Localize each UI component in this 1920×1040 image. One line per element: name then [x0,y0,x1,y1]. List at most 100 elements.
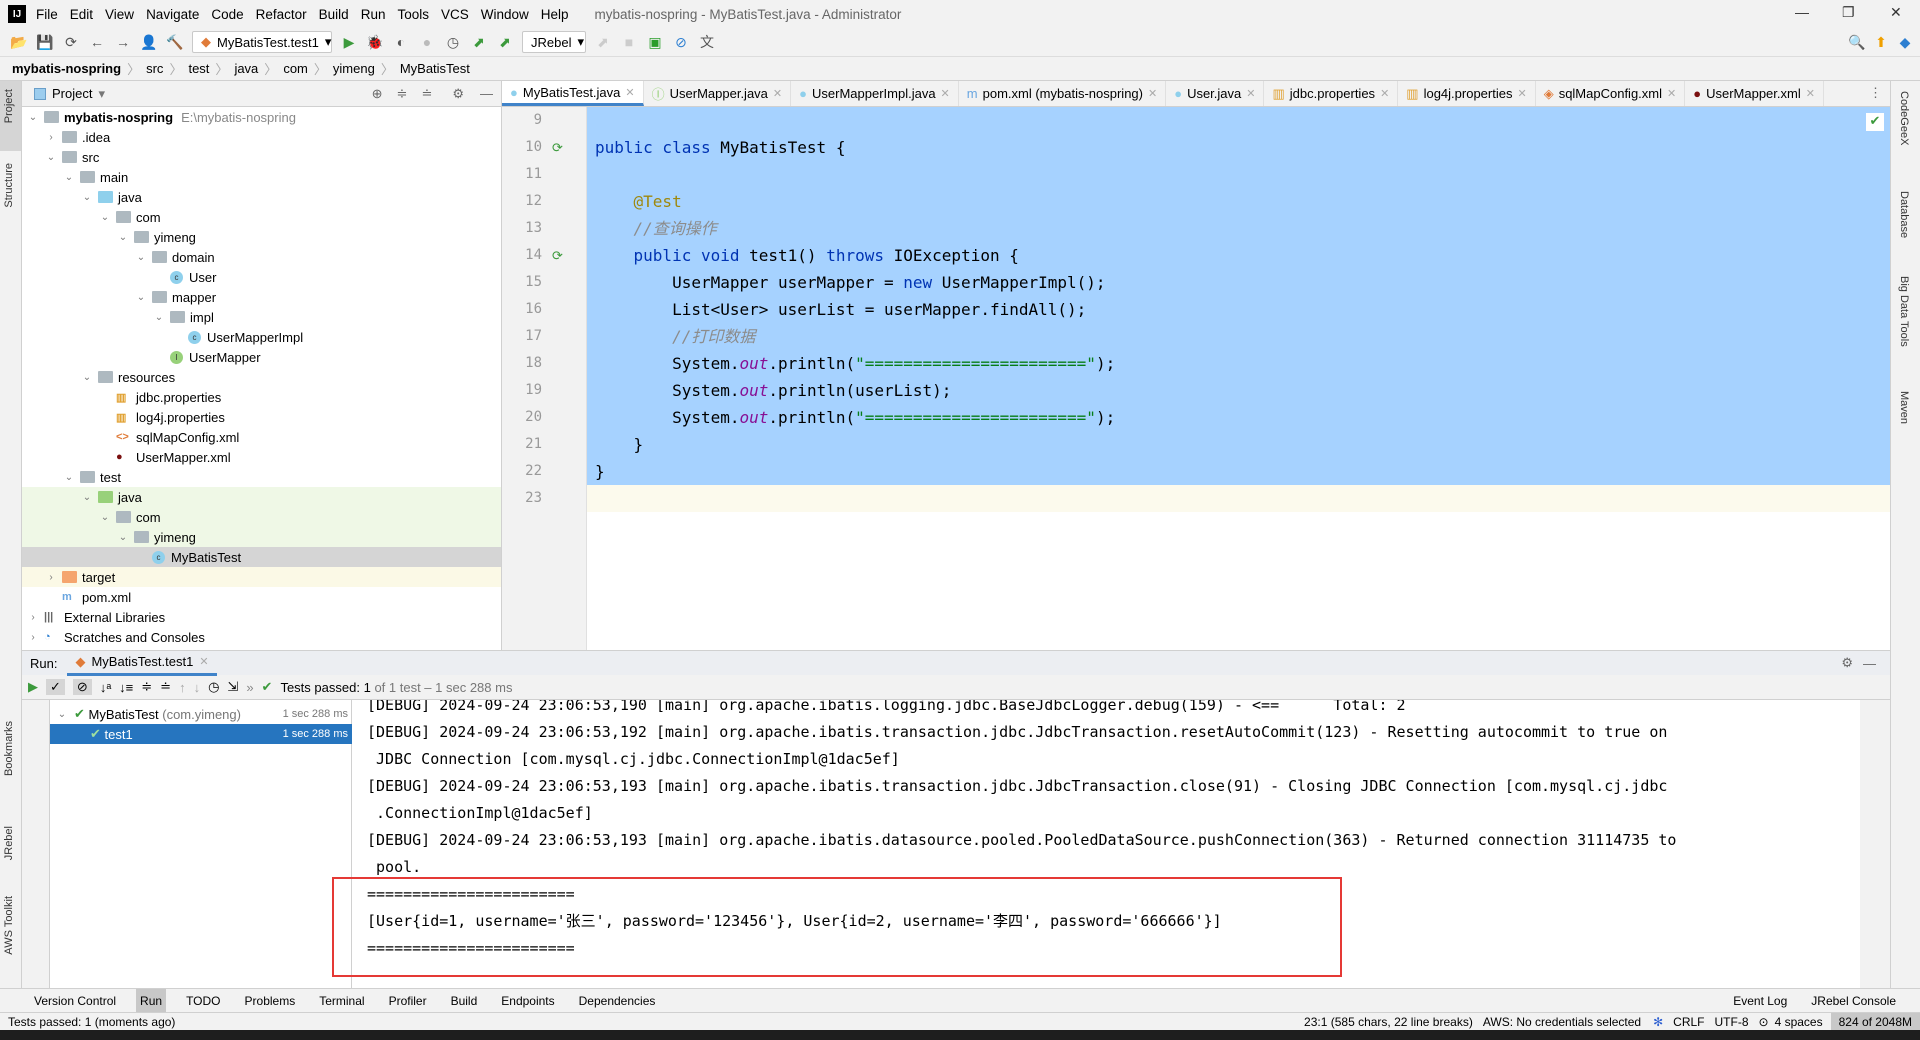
attach-icon[interactable]: ⬈ [594,34,612,51]
debug-icon[interactable]: 🐞 [366,34,384,51]
tab-usermapper-java[interactable]: Ⓘ UserMapper.java ✕ [644,81,792,106]
export-icon[interactable]: ⇲ [227,679,238,695]
code-line[interactable]: List<User> userList = userMapper.findAll… [587,296,1890,323]
tree-item[interactable]: › target [22,567,501,587]
close-button[interactable]: ✕ [1890,4,1902,21]
restore-button[interactable]: ❐ [1842,4,1855,21]
tree-item[interactable]: ⌄ domain [22,247,501,267]
breadcrumb-item[interactable]: yimeng [333,61,375,76]
aws-status[interactable]: AWS: No credentials selected [1483,1015,1641,1029]
tree-item[interactable]: ⌄ mapper [22,287,501,307]
code-line[interactable]: UserMapper userMapper = new UserMapperIm… [587,269,1890,296]
run-gutter-icon[interactable]: ⟳ [552,134,563,161]
code-line[interactable]: @Test [587,188,1890,215]
code-line[interactable]: } [587,458,1890,485]
tool-jrebel-console[interactable]: JRebel Console [1807,989,1900,1013]
update-icon[interactable]: ⬆ [1872,34,1890,51]
show-ignored-icon[interactable]: ⊘ [72,679,92,695]
inspection-ok-icon[interactable]: ✔ [1866,113,1884,131]
indent-setting[interactable]: 4 spaces [1775,1015,1823,1029]
menu-vcs[interactable]: VCS [441,7,469,22]
sync-icon[interactable]: ⟳ [62,34,80,51]
chevron-right-icon[interactable]: › [26,612,40,623]
run-config-select[interactable]: ◆ MyBatisTest.test1 ▾ [192,31,332,53]
close-tab-icon[interactable]: ✕ [941,87,950,100]
tree-item[interactable]: ⌄ impl [22,307,501,327]
build-hammer-icon[interactable]: 🔨 [166,34,184,51]
rerun-icon[interactable]: ▶ [28,679,38,695]
close-tab-icon[interactable]: ✕ [199,655,208,668]
run-gutter-icon[interactable]: ⟳ [552,242,563,269]
tool-profiler[interactable]: Profiler [385,989,431,1013]
run-settings-gear-icon[interactable]: ⚙ [1841,655,1853,671]
memory-indicator[interactable]: 824 of 2048M [1830,1012,1920,1031]
tree-item[interactable]: m pom.xml [22,587,501,607]
close-tab-icon[interactable]: ✕ [625,86,634,99]
menu-run[interactable]: Run [361,7,386,22]
menu-file[interactable]: File [36,7,58,22]
forward-icon[interactable]: → [114,34,132,50]
stripe-aws-toolkit[interactable]: AWS Toolkit [3,896,15,955]
collapse-all-icon[interactable]: ≐ [421,86,432,102]
code-line[interactable]: System.out.println(userList); [587,377,1890,404]
tree-item[interactable]: ⌄ src [22,147,501,167]
tab-pom-xml-mybatis-nospring-[interactable]: m pom.xml (mybatis-nospring) ✕ [959,81,1167,106]
menu-build[interactable]: Build [319,7,349,22]
tool-dependencies[interactable]: Dependencies [575,989,660,1013]
line-separator[interactable]: CRLF [1673,1015,1704,1029]
tab-mybatistest-java[interactable]: ● MyBatisTest.java ✕ [502,81,644,106]
close-tab-icon[interactable]: ✕ [1517,87,1526,100]
breadcrumb-item[interactable]: mybatis-nospring [12,61,121,76]
next-icon[interactable]: ↓ [194,680,201,695]
open-icon[interactable]: 📂 [10,34,28,51]
tree-item[interactable]: ⌄ yimeng [22,227,501,247]
hide-run-icon[interactable]: — [1863,656,1876,671]
user-icon[interactable]: 👤 [140,34,158,51]
tab-jdbc-properties[interactable]: ▥ jdbc.properties ✕ [1264,81,1399,106]
chevron-down-icon[interactable]: ⌄ [80,192,94,203]
save-icon[interactable]: 💾 [36,34,54,51]
chevron-down-icon[interactable]: ⌄ [80,492,94,503]
sort-duration-icon[interactable]: ↓≡ [119,680,133,695]
caret-position[interactable]: 23:1 (585 chars, 22 line breaks) [1304,1015,1473,1029]
chevron-right-icon[interactable]: › [26,632,40,643]
tree-item[interactable]: I UserMapper [22,347,501,367]
tree-item[interactable]: ● UserMapper.xml [22,447,501,467]
chevron-down-icon[interactable]: ⌄ [134,292,148,303]
breadcrumb-item[interactable]: src [146,61,163,76]
profile-icon[interactable]: ● [418,34,436,50]
code-line[interactable] [587,107,1890,134]
test-suite-row[interactable]: ⌄ ✔ MyBatisTest (com.yimeng) 1 sec 288 ms [50,704,352,724]
project-view-select[interactable]: Project [52,86,92,101]
show-passed-icon[interactable]: ✓ [46,679,65,695]
sort-alpha-icon[interactable]: ↓ᵃ [100,680,111,695]
tab-log4j-properties[interactable]: ▥ log4j.properties ✕ [1398,81,1536,106]
code-line[interactable]: System.out.println("====================… [587,404,1890,431]
collapse-icon[interactable]: ≐ [160,679,171,695]
breadcrumb-item[interactable]: com [283,61,308,76]
chevron-down-icon[interactable]: ⌄ [26,112,40,123]
jrebel-select[interactable]: JRebel ▾ [522,31,586,53]
locate-icon[interactable]: ⊕ [372,86,383,102]
close-tab-icon[interactable]: ✕ [773,87,782,100]
run-tab[interactable]: ◆ MyBatisTest.test1 ✕ [67,651,217,676]
chevron-down-icon[interactable]: ⌄ [62,172,76,183]
prev-icon[interactable]: ↑ [179,680,186,695]
breadcrumb-item[interactable]: MyBatisTest [400,61,470,76]
more-icon[interactable]: » [246,680,253,695]
chevron-down-icon[interactable]: ⌄ [44,152,58,163]
minimize-button[interactable]: — [1795,4,1809,20]
tree-item[interactable]: ⌄ mybatis-nospring E:\mybatis-nospring [22,107,501,127]
tree-item[interactable]: ⌄ resources [22,367,501,387]
hide-panel-icon[interactable]: — [480,86,493,101]
tool-version-control[interactable]: Version Control [30,989,120,1013]
chevron-down-icon[interactable]: ⌄ [116,232,130,243]
tree-item[interactable]: c MyBatisTest [22,547,501,567]
chevron-right-icon[interactable]: › [44,132,58,143]
tool-todo[interactable]: TODO [182,989,224,1013]
close-tab-icon[interactable]: ✕ [1246,87,1255,100]
stripe-jrebel[interactable]: JRebel [3,826,15,860]
chevron-right-icon[interactable]: › [44,572,58,583]
stop-icon[interactable]: ■ [620,34,638,50]
tree-item[interactable]: ⌄ java [22,487,501,507]
